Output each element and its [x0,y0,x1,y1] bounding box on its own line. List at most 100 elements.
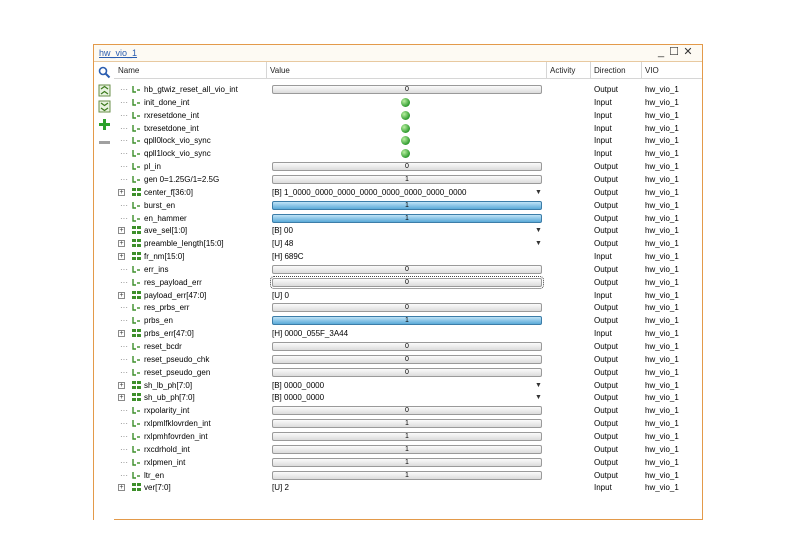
toggle-button[interactable]: 1 [272,431,542,441]
collapse-all-icon[interactable] [98,84,111,97]
column-vio[interactable]: VIO [645,66,659,75]
toggle-button[interactable]: 0 [272,85,542,94]
signal-name: sh_ub_ph[7:0] [144,393,195,403]
table-row[interactable]: ··· rxlpmhfovrden_int 1 Output hw_vio_1 [114,430,702,443]
close-button[interactable]: ✕ [681,46,695,59]
toggle-button[interactable]: 1 [272,470,542,480]
tree-connector: ··· [120,303,128,313]
signal-name: err_ins [144,264,169,274]
toggle-button[interactable]: 0 [272,264,542,274]
chevron-down-icon[interactable]: ▼ [535,391,542,404]
toggle-button[interactable]: 0 [272,342,542,351]
column-direction[interactable]: Direction [594,66,626,75]
led-indicator [401,110,410,120]
maximize-button[interactable]: ☐ [667,46,681,59]
table-row[interactable]: + preamble_length[15:0] [U] 48 ▼ Output hw_vi… [114,237,702,250]
table-row[interactable]: ··· rxlpmlfklovrden_int 1 Output hw_vio_1 [114,417,702,430]
table-row[interactable]: ··· hb_gtwiz_reset_all_vio_int 0 Output hw_v… [114,83,702,96]
toggle-button[interactable]: 0 [272,162,542,172]
chevron-down-icon[interactable]: ▼ [535,379,542,392]
expand-toggle-icon[interactable]: + [118,291,125,299]
direction-cell: Output [594,431,619,441]
toggle-button[interactable]: 0 [272,406,542,416]
table-row[interactable]: + ave_sel[1:0] [B] 00 ▼ Output hw_vio_1 [114,224,702,237]
table-row[interactable]: ··· en_hammer 1 Output hw_vio_1 [114,212,702,225]
table-row[interactable]: ··· ltr_en 1 Output hw_vio_1 [114,469,702,482]
toggle-button[interactable]: 1 [272,444,542,454]
toggle-button[interactable]: 0 [272,367,542,377]
expand-toggle-icon[interactable]: + [118,330,125,338]
tree-connector: ··· [120,406,128,416]
signal-icon [132,431,142,441]
table-row[interactable]: ··· prbs_en 1 Output hw_vio_1 [114,314,702,327]
signal-name: reset_pseudo_chk [144,354,210,364]
table-row[interactable]: ··· reset_bcdr 0 Output hw_vio_1 [114,340,702,353]
expand-toggle-icon[interactable]: + [118,227,125,235]
signal-name: payload_err[47:0] [144,290,207,300]
table-row[interactable]: ··· qpll1lock_vio_sync Input hw_vio_1 [114,147,702,160]
table-row[interactable]: ··· gen 0=1.25G/1=2.5G 1 Output hw_vio_1 [114,173,702,186]
expand-toggle-icon[interactable]: + [118,394,125,402]
table-row[interactable]: + sh_lb_ph[7:0] [B] 0000_0000 ▼ Output hw_vio… [114,379,702,392]
table-row[interactable]: + prbs_err[47:0] [H] 0000_055F_3A44 Input hw… [114,327,702,340]
expand-all-icon[interactable] [98,100,111,113]
table-row[interactable]: ··· txresetdone_int Input hw_vio_1 [114,122,702,135]
table-row[interactable]: + fr_nm[15:0] [H] 689C Input hw_vio_1 [114,250,702,263]
table-row[interactable]: ··· burst_en 1 Output hw_vio_1 [114,199,702,212]
toggle-button[interactable]: 0 [272,354,542,364]
expand-toggle-icon[interactable]: + [118,381,125,389]
value-dropdown[interactable]: [B] 00 [272,224,293,237]
value-dropdown[interactable]: [B] 1_0000_0000_0000_0000_0000_0000_0000… [272,186,466,199]
bus-icon [132,238,142,248]
table-row[interactable]: ··· pl_in 0 Output hw_vio_1 [114,160,702,173]
add-icon[interactable] [98,118,111,131]
direction-cell: Output [594,457,619,467]
minimize-button[interactable]: _ [654,46,668,59]
expand-toggle-icon[interactable]: + [118,240,125,248]
toggle-button[interactable]: 1 [272,200,542,210]
table-row[interactable]: ··· reset_pseudo_gen 0 Output hw_vio_1 [114,366,702,379]
table-row[interactable]: ··· init_done_int Input hw_vio_1 [114,96,702,109]
toggle-button[interactable]: 1 [272,316,542,326]
table-row[interactable]: + sh_ub_ph[7:0] [B] 0000_0000 ▼ Output hw_vio… [114,391,702,404]
table-row[interactable]: ··· rxcdrhold_int 1 Output hw_vio_1 [114,443,702,456]
expand-toggle-icon[interactable]: + [118,484,125,492]
table-row[interactable]: ··· res_prbs_err 0 Output hw_vio_1 [114,301,702,314]
table-row[interactable]: + payload_err[47:0] [U] 0 Input hw_vio_1 [114,289,702,302]
signal-name: prbs_err[47:0] [144,329,194,339]
table-row[interactable]: ··· rxlpmen_int 1 Output hw_vio_1 [114,456,702,469]
toggle-button[interactable]: 1 [272,213,542,223]
value-dropdown[interactable]: [B] 0000_0000 [272,379,324,392]
signal-name: rxcdrhold_int [144,444,190,454]
toggle-button[interactable]: 1 [272,457,542,467]
table-row[interactable]: ··· err_ins 0 Output hw_vio_1 [114,263,702,276]
column-value[interactable]: Value [270,66,290,75]
vio-cell: hw_vio_1 [645,367,679,377]
table-row[interactable]: + ver[7:0] [U] 2 Input hw_vio_1 [114,481,702,494]
column-activity[interactable]: Activity [550,66,575,75]
chevron-down-icon[interactable]: ▼ [535,237,542,250]
table-row[interactable]: ··· reset_pseudo_chk 0 Output hw_vio_1 [114,353,702,366]
expand-toggle-icon[interactable]: + [118,188,125,196]
table-row[interactable]: ··· qpll0lock_vio_sync Input hw_vio_1 [114,134,702,147]
table-row[interactable]: ··· res_payload_err 0 Output hw_vio_1 [114,275,702,289]
chevron-down-icon[interactable]: ▼ [535,186,542,199]
chevron-down-icon[interactable]: ▼ [535,224,542,237]
window-title[interactable]: hw_vio_1 [99,48,137,58]
table-row[interactable]: + center_f[36:0] [B] 1_0000_0000_0000_0000… [114,186,702,199]
remove-icon[interactable] [98,136,111,149]
table-row[interactable]: ··· rxpolarity_int 0 Output hw_vio_1 [114,404,702,417]
toggle-button[interactable]: 0 [270,275,544,289]
direction-cell: Output [594,213,619,223]
expand-toggle-icon[interactable]: + [118,253,125,261]
toggle-button[interactable]: 1 [272,419,542,429]
search-icon[interactable] [98,66,111,79]
direction-cell: Output [594,303,619,313]
table-row[interactable]: ··· rxresetdone_int Input hw_vio_1 [114,109,702,122]
value-dropdown[interactable]: [U] 48 [272,237,293,250]
value-dropdown[interactable]: [B] 0000_0000 [272,391,324,404]
toggle-button[interactable]: 0 [272,303,542,313]
column-name[interactable]: Name [118,66,139,75]
toggle-button[interactable]: 1 [272,174,542,184]
direction-cell: Input [594,110,612,120]
